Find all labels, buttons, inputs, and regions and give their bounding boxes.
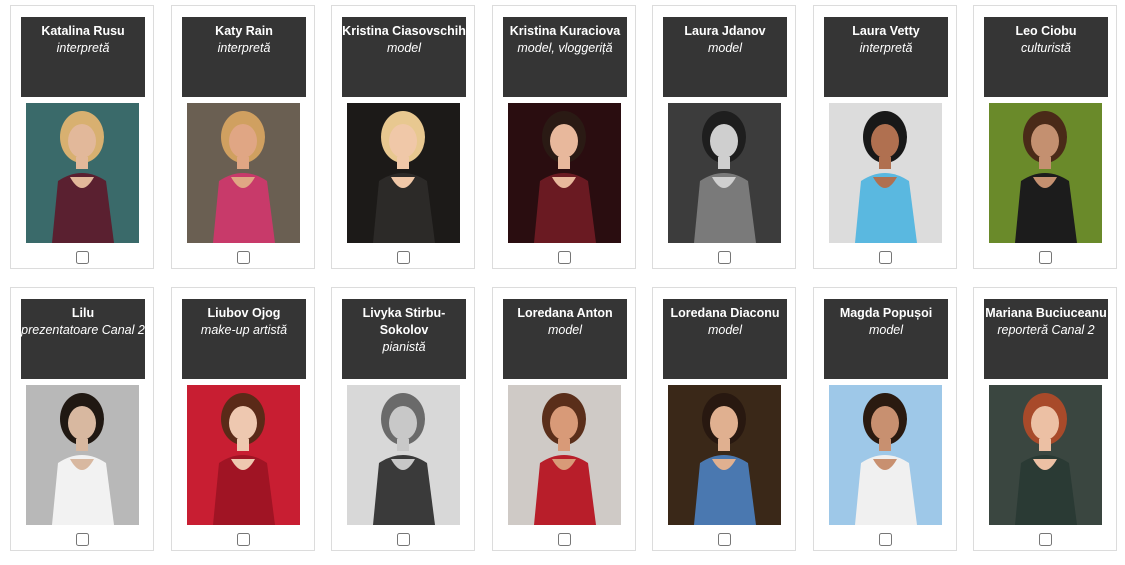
- profile-card: Magda Popușoi model: [813, 287, 957, 551]
- profile-name[interactable]: Loredana Diaconu: [663, 305, 787, 322]
- select-checkbox[interactable]: [237, 251, 250, 264]
- profile-photo[interactable]: [829, 385, 942, 525]
- profile-photo[interactable]: [347, 103, 460, 243]
- select-checkbox[interactable]: [1039, 251, 1052, 264]
- profile-header: Laura Jdanov model: [663, 17, 787, 97]
- profile-role: model: [547, 323, 583, 337]
- select-checkbox[interactable]: [558, 251, 571, 264]
- profile-name[interactable]: Loredana Anton: [503, 305, 627, 322]
- profile-card: Katalina Rusu interpretă: [10, 5, 154, 269]
- profile-header: Leo Ciobu culturistă: [984, 17, 1108, 97]
- select-checkbox[interactable]: [1039, 533, 1052, 546]
- profile-photo[interactable]: [26, 103, 139, 243]
- profile-header: Livyka Stirbu-Sokolov pianistă: [342, 299, 466, 379]
- select-checkbox[interactable]: [237, 533, 250, 546]
- profile-name[interactable]: Liubov Ojog: [182, 305, 306, 322]
- profile-header: Katalina Rusu interpretă: [21, 17, 145, 97]
- profile-header: Katy Rain interpretă: [182, 17, 306, 97]
- profile-card: Mariana Buciuceanu reporteră Canal 2: [973, 287, 1117, 551]
- profile-header: Kristina Ciasovschih model: [342, 17, 466, 97]
- profile-header: Magda Popușoi model: [824, 299, 948, 379]
- select-checkbox[interactable]: [397, 251, 410, 264]
- profile-name[interactable]: Kristina Ciasovschih: [342, 23, 466, 40]
- profile-photo[interactable]: [347, 385, 460, 525]
- profile-name[interactable]: Laura Jdanov: [663, 23, 787, 40]
- select-checkbox[interactable]: [76, 251, 89, 264]
- profile-header: Loredana Diaconu model: [663, 299, 787, 379]
- profile-card: Loredana Diaconu model: [652, 287, 796, 551]
- profile-header: Laura Vetty interpretă: [824, 17, 948, 97]
- profile-role: model, vloggeriță: [517, 41, 613, 55]
- profile-role: model: [707, 323, 743, 337]
- select-checkbox[interactable]: [76, 533, 89, 546]
- profile-role: model: [386, 41, 422, 55]
- profile-name[interactable]: Livyka Stirbu-Sokolov: [342, 305, 466, 339]
- profile-name[interactable]: Leo Ciobu: [984, 23, 1108, 40]
- profile-card: Laura Jdanov model: [652, 5, 796, 269]
- profile-header: Loredana Anton model: [503, 299, 627, 379]
- profile-role: culturistă: [1020, 41, 1072, 55]
- profile-header: Mariana Buciuceanu reporteră Canal 2: [984, 299, 1108, 379]
- profile-header: Liubov Ojog make-up artistă: [182, 299, 306, 379]
- profile-name[interactable]: Katalina Rusu: [21, 23, 145, 40]
- profile-name[interactable]: Mariana Buciuceanu: [984, 305, 1108, 322]
- select-checkbox[interactable]: [718, 251, 731, 264]
- profile-photo[interactable]: [187, 385, 300, 525]
- profile-name[interactable]: Magda Popușoi: [824, 305, 948, 322]
- profile-role: make-up artistă: [200, 323, 288, 337]
- profile-header: Lilu prezentatoare Canal 2: [21, 299, 145, 379]
- profile-role: reporteră Canal 2: [997, 323, 1095, 337]
- profile-photo[interactable]: [508, 385, 621, 525]
- profile-role: prezentatoare Canal 2: [21, 323, 145, 337]
- profile-name[interactable]: Katy Rain: [182, 23, 306, 40]
- select-checkbox[interactable]: [879, 533, 892, 546]
- profile-role: interpretă: [217, 41, 271, 55]
- profile-role: pianistă: [382, 340, 426, 354]
- profile-photo[interactable]: [26, 385, 139, 525]
- profile-name[interactable]: Lilu: [21, 305, 145, 322]
- profile-photo[interactable]: [829, 103, 942, 243]
- profile-card: Laura Vetty interpretă: [813, 5, 957, 269]
- select-checkbox[interactable]: [397, 533, 410, 546]
- profile-photo[interactable]: [187, 103, 300, 243]
- profile-role: interpretă: [859, 41, 913, 55]
- profile-card: Leo Ciobu culturistă: [973, 5, 1117, 269]
- profile-photo[interactable]: [989, 103, 1102, 243]
- select-checkbox[interactable]: [558, 533, 571, 546]
- profile-card: Liubov Ojog make-up artistă: [171, 287, 315, 551]
- profile-card: Livyka Stirbu-Sokolov pianistă: [331, 287, 475, 551]
- profile-photo[interactable]: [668, 385, 781, 525]
- profile-card: Lilu prezentatoare Canal 2: [10, 287, 154, 551]
- profile-role: model: [707, 41, 743, 55]
- profile-header: Kristina Kuraciova model, vloggeriță: [503, 17, 627, 97]
- select-checkbox[interactable]: [879, 251, 892, 264]
- profile-role: model: [868, 323, 904, 337]
- profile-photo[interactable]: [508, 103, 621, 243]
- profile-card: Katy Rain interpretă: [171, 5, 315, 269]
- profile-card: Loredana Anton model: [492, 287, 636, 551]
- profile-role: interpretă: [56, 41, 110, 55]
- profile-card: Kristina Kuraciova model, vloggeriță: [492, 5, 636, 269]
- profile-photo[interactable]: [989, 385, 1102, 525]
- profile-photo[interactable]: [668, 103, 781, 243]
- select-checkbox[interactable]: [718, 533, 731, 546]
- profile-card: Kristina Ciasovschih model: [331, 5, 475, 269]
- profile-name[interactable]: Laura Vetty: [824, 23, 948, 40]
- profile-name[interactable]: Kristina Kuraciova: [503, 23, 627, 40]
